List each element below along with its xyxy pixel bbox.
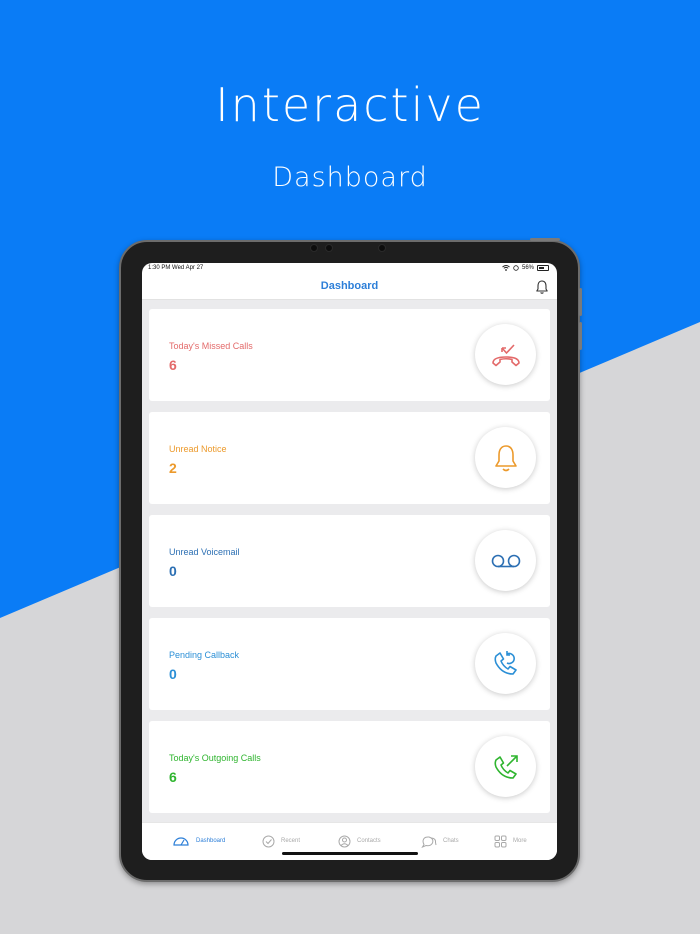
- status-bar: 1:30 PM Wed Apr 27 56%: [142, 263, 557, 275]
- card-value: 0: [169, 666, 177, 682]
- home-indicator[interactable]: [282, 852, 418, 855]
- missed-calls-card[interactable]: Today's Missed Calls 6: [149, 309, 550, 401]
- hero-subtitle: Dashboard: [272, 162, 428, 193]
- page-title: Dashboard: [320, 280, 379, 292]
- dashboard-icon: [173, 837, 189, 846]
- missed-call-icon: [475, 324, 536, 385]
- clock-icon: [262, 835, 275, 847]
- callback-icon: [475, 633, 536, 694]
- camera-icon: [310, 244, 318, 252]
- card-value: 6: [169, 769, 177, 785]
- location-icon: [513, 265, 519, 271]
- tab-chats[interactable]: Chats: [421, 832, 459, 850]
- tab-label: Recent: [281, 838, 301, 844]
- grid-icon: [494, 835, 507, 847]
- voicemail-icon: [475, 530, 536, 591]
- tab-label: Contacts: [357, 838, 381, 844]
- tablet-volume-up: [579, 288, 582, 316]
- tab-label: More: [513, 838, 527, 844]
- tablet-top-button: [530, 238, 560, 241]
- wifi-icon: [502, 265, 510, 271]
- contacts-icon: [338, 835, 351, 847]
- tab-recent[interactable]: Recent: [262, 832, 300, 850]
- status-indicators: 56%: [502, 265, 549, 271]
- tab-dashboard[interactable]: Dashboard: [172, 832, 225, 850]
- pending-callback-card[interactable]: Pending Callback 0: [149, 618, 550, 710]
- card-value: 2: [169, 460, 177, 476]
- camera-icon: [378, 244, 386, 252]
- card-value: 0: [169, 563, 177, 579]
- app-screen: 1:30 PM Wed Apr 27 56% Dashboard Today's…: [142, 263, 557, 860]
- tab-label: Chats: [443, 838, 459, 844]
- tablet-volume-down: [579, 322, 582, 350]
- outgoing-calls-card[interactable]: Today's Outgoing Calls 6: [149, 721, 550, 813]
- card-label: Unread Voicemail: [169, 547, 240, 557]
- tab-label: Dashboard: [196, 838, 226, 844]
- unread-voicemail-card[interactable]: Unread Voicemail 0: [149, 515, 550, 607]
- tab-more[interactable]: More: [494, 832, 527, 850]
- bell-icon: [475, 427, 536, 488]
- tab-contacts[interactable]: Contacts: [338, 832, 381, 850]
- outgoing-call-icon: [475, 736, 536, 797]
- camera-icon: [325, 244, 333, 252]
- card-label: Today's Outgoing Calls: [169, 753, 261, 763]
- status-time: 1:30 PM Wed Apr 27: [148, 265, 204, 271]
- hero-title: Interactive: [215, 78, 485, 132]
- nav-bar: Dashboard: [142, 275, 557, 300]
- card-value: 6: [169, 357, 177, 373]
- card-label: Unread Notice: [169, 444, 227, 454]
- card-label: Pending Callback: [169, 650, 240, 660]
- card-label: Today's Missed Calls: [169, 341, 253, 351]
- battery-percent: 56%: [521, 265, 534, 271]
- dashboard-content: Today's Missed Calls 6 Unread Notice 2 U…: [142, 300, 557, 822]
- battery-icon: [537, 265, 549, 271]
- bell-icon[interactable]: [535, 279, 549, 295]
- chat-icon: [421, 835, 437, 848]
- unread-notice-card[interactable]: Unread Notice 2: [149, 412, 550, 504]
